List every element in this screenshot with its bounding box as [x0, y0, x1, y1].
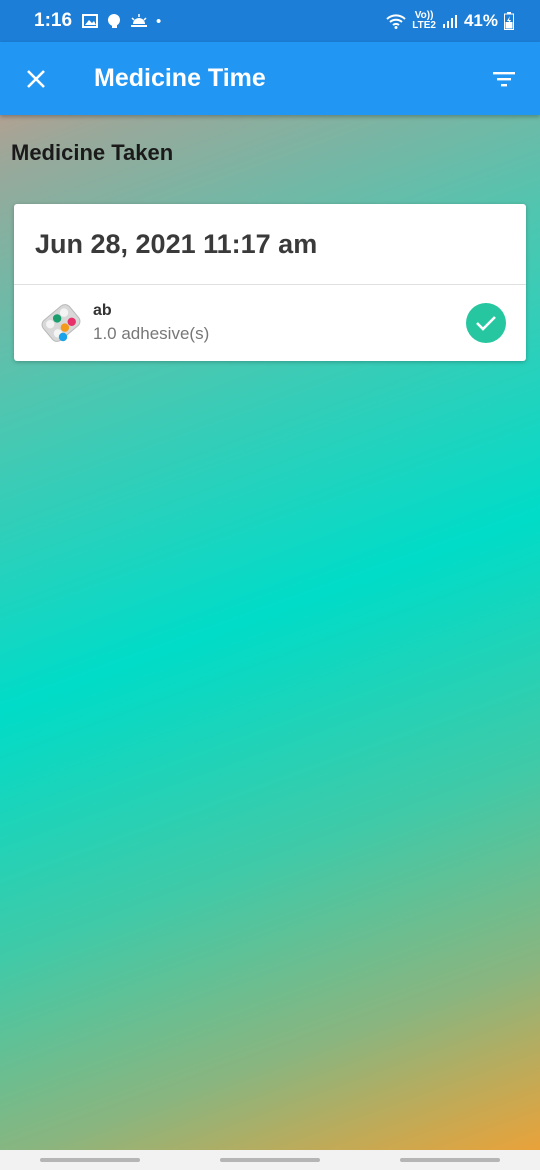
gallery-icon	[82, 14, 99, 28]
app-bar: Medicine Time	[0, 42, 540, 115]
status-time: 1:16	[34, 10, 73, 31]
entry-datetime: Jun 28, 2021 11:17 am	[14, 204, 526, 285]
medicine-name: ab	[93, 302, 112, 319]
page-title: Medicine Time	[94, 64, 266, 92]
notification-icons: •	[82, 13, 161, 29]
weather-icon	[131, 14, 148, 27]
medicine-entry-card[interactable]: Jun 28, 2021 11:17 am ab 1.0 adhesive(s)	[14, 204, 526, 361]
section-title: Medicine Taken	[11, 140, 174, 165]
battery-charging-icon	[504, 12, 514, 30]
taken-check-button[interactable]	[466, 303, 506, 343]
status-bar: 1:16 • Vo)) LTE2 41%	[0, 0, 540, 42]
filter-button[interactable]	[486, 61, 522, 97]
dot-icon: •	[156, 12, 162, 30]
filter-icon	[493, 71, 515, 86]
signal-icon	[442, 15, 457, 28]
check-icon	[476, 316, 496, 331]
nav-recents-button[interactable]	[40, 1158, 140, 1162]
navigation-bar	[0, 1150, 540, 1170]
network-label: Vo)) LTE2	[412, 10, 436, 31]
wifi-icon	[386, 14, 406, 29]
pill-pack-icon	[41, 304, 81, 342]
nav-home-button[interactable]	[220, 1158, 320, 1162]
nav-back-button[interactable]	[400, 1158, 500, 1162]
medicine-info: ab 1.0 adhesive(s)	[93, 302, 209, 344]
medicine-dose: 1.0 adhesive(s)	[93, 324, 210, 343]
close-icon	[27, 69, 45, 88]
list-item[interactable]: ab 1.0 adhesive(s)	[14, 285, 526, 361]
brain-icon	[108, 14, 121, 28]
close-button[interactable]	[18, 61, 54, 97]
battery-percent: 41%	[463, 11, 498, 30]
status-right: Vo)) LTE2 41%	[386, 11, 514, 31]
